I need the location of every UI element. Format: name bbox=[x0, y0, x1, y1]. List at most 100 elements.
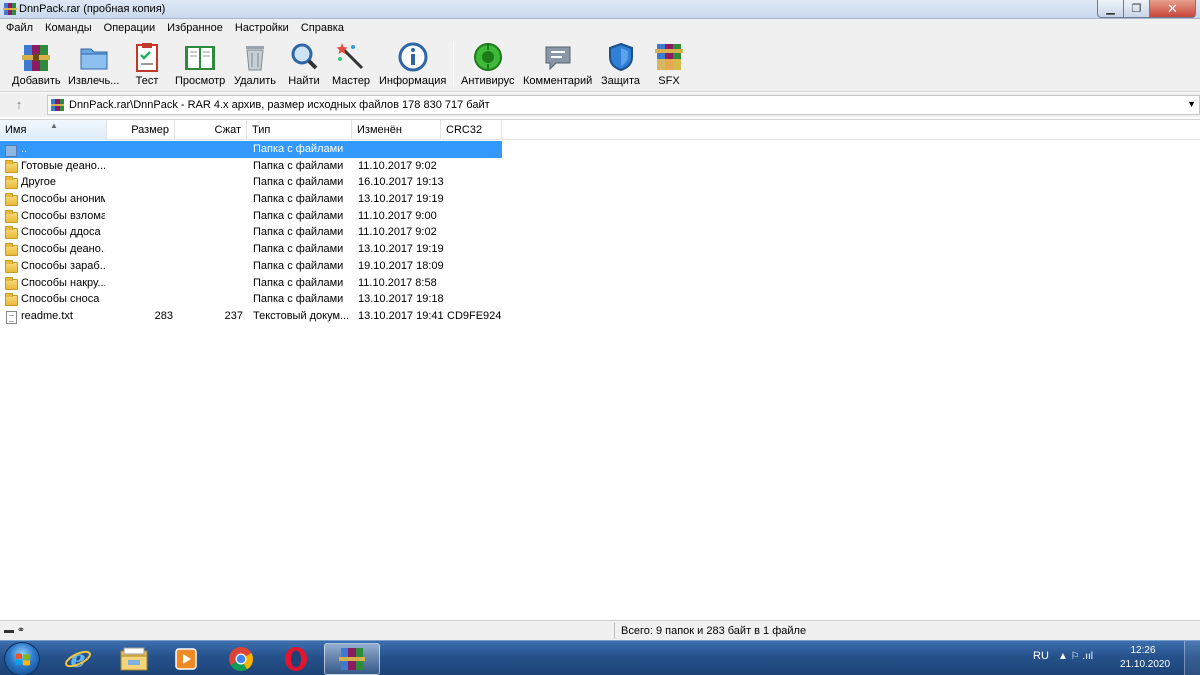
wizard-button[interactable]: Мастер bbox=[332, 41, 370, 91]
windows-logo-icon bbox=[16, 653, 30, 666]
col-name-header[interactable]: ▲ Имя bbox=[0, 120, 107, 140]
taskbar-chrome[interactable] bbox=[213, 643, 269, 675]
folder-icon bbox=[5, 243, 18, 257]
minimize-button[interactable]: ▁ bbox=[1097, 0, 1124, 18]
file-row[interactable]: Способы накру... Папка с файлами 11.10.2… bbox=[0, 275, 502, 292]
info-button[interactable]: Информация bbox=[379, 41, 446, 91]
winrar-icon bbox=[339, 648, 365, 670]
view-icon bbox=[185, 46, 216, 70]
file-row[interactable]: Способы взлома Папка с файлами 11.10.201… bbox=[0, 208, 502, 225]
file-row[interactable]: readme.txt 283 237 Текстовый докум... 13… bbox=[0, 308, 502, 325]
text-file-icon bbox=[5, 310, 18, 324]
file-rows: .. Папка с файлами Готовые деано... Папк… bbox=[0, 141, 502, 325]
test-button[interactable]: Тест bbox=[129, 41, 165, 91]
file-row[interactable]: Способы ддоса Папка с файлами 11.10.2017… bbox=[0, 224, 502, 241]
maximize-button[interactable]: ❐ bbox=[1124, 0, 1150, 18]
folder-icon bbox=[5, 209, 18, 223]
clock-date: 21.10.2020 bbox=[1120, 659, 1171, 670]
delete-button[interactable]: Удалить bbox=[234, 41, 276, 91]
protect-button[interactable]: Защита bbox=[601, 41, 640, 91]
column-header-row: ▲ Имя Размер Сжат Тип Изменён CRC32 bbox=[0, 120, 1200, 140]
close-button[interactable]: ✕ bbox=[1150, 0, 1196, 18]
menu-commands[interactable]: Команды bbox=[39, 19, 98, 37]
media-player-icon bbox=[175, 648, 197, 670]
sort-ascending-icon: ▲ bbox=[50, 121, 58, 130]
archive-icon bbox=[51, 99, 64, 111]
menu-operations[interactable]: Операции bbox=[98, 19, 161, 37]
wizard-icon bbox=[336, 43, 364, 70]
taskbar-explorer[interactable] bbox=[106, 643, 162, 675]
file-list[interactable]: ▲ Имя Размер Сжат Тип Изменён CRC32 .. П… bbox=[0, 119, 1200, 619]
path-bar: ↑ DnnPack.rar\DnnPack - RAR 4.x архив, р… bbox=[0, 93, 1200, 117]
folder-icon bbox=[5, 259, 18, 273]
file-row-parent[interactable]: .. Папка с файлами bbox=[0, 141, 502, 158]
window-title: DnnPack.rar (пробная копия) bbox=[19, 3, 166, 15]
col-packed-header[interactable]: Сжат bbox=[175, 120, 247, 140]
folder-icon bbox=[5, 193, 18, 207]
add-button[interactable]: Добавить bbox=[12, 41, 61, 91]
path-text: DnnPack.rar\DnnPack - RAR 4.x архив, раз… bbox=[69, 99, 490, 111]
file-row[interactable]: Способы сноса Папка с файлами 13.10.2017… bbox=[0, 291, 502, 308]
toolbar: Добавить Извлечь... Тест Просмотр Удалит… bbox=[0, 37, 1200, 92]
folder-icon bbox=[5, 293, 18, 307]
file-row[interactable]: Способы деано... Папка с файлами 13.10.2… bbox=[0, 241, 502, 258]
folder-icon bbox=[5, 159, 18, 173]
sfx-icon bbox=[655, 44, 683, 70]
folder-icon bbox=[5, 276, 18, 290]
opera-icon bbox=[285, 647, 307, 671]
comment-button[interactable]: Комментарий bbox=[523, 41, 592, 91]
extract-button[interactable]: Извлечь... bbox=[68, 41, 119, 91]
file-row[interactable]: Готовые деано... Папка с файлами 11.10.2… bbox=[0, 158, 502, 175]
taskbar-ie[interactable]: e bbox=[50, 643, 106, 675]
start-button[interactable] bbox=[4, 642, 40, 675]
tray-icons[interactable]: ▲ ⚐ .ııl bbox=[1058, 651, 1093, 662]
svg-text:e: e bbox=[70, 645, 85, 673]
protect-icon bbox=[608, 42, 633, 72]
col-size-header[interactable]: Размер bbox=[107, 120, 175, 140]
up-folder-button[interactable]: ↑ bbox=[8, 96, 30, 114]
taskbar-winrar[interactable] bbox=[324, 643, 380, 675]
language-indicator[interactable]: RU bbox=[1033, 650, 1049, 662]
parent-folder-icon bbox=[5, 143, 18, 157]
find-button[interactable]: Найти bbox=[286, 41, 322, 91]
file-row[interactable]: Способы зараб... Папка с файлами 19.10.2… bbox=[0, 258, 502, 275]
toolbar-separator bbox=[453, 41, 454, 87]
find-icon bbox=[291, 43, 318, 70]
menu-file[interactable]: Файл bbox=[0, 19, 39, 37]
menu-bar: Файл Команды Операции Избранное Настройк… bbox=[0, 19, 1200, 37]
menu-settings[interactable]: Настройки bbox=[229, 19, 295, 37]
ie-icon: e bbox=[65, 645, 91, 673]
sfx-button[interactable]: SFX bbox=[651, 41, 687, 91]
add-archive-icon bbox=[22, 45, 51, 71]
chrome-icon bbox=[229, 647, 253, 672]
explorer-icon bbox=[120, 647, 148, 671]
show-desktop-button[interactable] bbox=[1184, 641, 1200, 675]
folder-icon bbox=[5, 176, 18, 190]
winrar-app-icon bbox=[3, 3, 17, 15]
folder-icon bbox=[5, 226, 18, 240]
antivirus-icon bbox=[473, 43, 502, 71]
antivirus-button[interactable]: Антивирус bbox=[461, 41, 514, 91]
menu-help[interactable]: Справка bbox=[295, 19, 350, 37]
title-bar: DnnPack.rar (пробная копия) ▁ ❐ ✕ bbox=[0, 0, 1200, 19]
path-field[interactable]: DnnPack.rar\DnnPack - RAR 4.x архив, раз… bbox=[47, 95, 1200, 115]
taskbar: e RU ▲ ⚐ .ııl 12:26 21.10.2020 bbox=[0, 640, 1200, 675]
path-dropdown-icon[interactable]: ▼ bbox=[1187, 99, 1196, 109]
view-button[interactable]: Просмотр bbox=[175, 41, 225, 91]
file-row[interactable]: Способы аноним... Папка с файлами 13.10.… bbox=[0, 191, 502, 208]
col-type-header[interactable]: Тип bbox=[247, 120, 352, 140]
menu-favorites[interactable]: Избранное bbox=[161, 19, 229, 37]
col-crc-header[interactable]: CRC32 bbox=[441, 120, 502, 140]
window-controls: ▁ ❐ ✕ bbox=[1097, 0, 1196, 18]
col-modified-header[interactable]: Изменён bbox=[352, 120, 441, 140]
extract-icon bbox=[80, 48, 108, 70]
taskbar-opera[interactable] bbox=[268, 643, 324, 675]
taskbar-media-player[interactable] bbox=[158, 643, 214, 675]
comment-icon bbox=[545, 46, 571, 71]
drive-icon[interactable]: ▬ ⚭ bbox=[4, 625, 25, 636]
file-row[interactable]: Другое Папка с файлами 16.10.2017 19:13 bbox=[0, 174, 502, 191]
clock[interactable]: 12:26 21.10.2020 bbox=[1120, 644, 1171, 672]
info-icon bbox=[398, 42, 428, 72]
clock-time: 12:26 bbox=[1130, 645, 1156, 656]
delete-icon bbox=[246, 46, 264, 71]
